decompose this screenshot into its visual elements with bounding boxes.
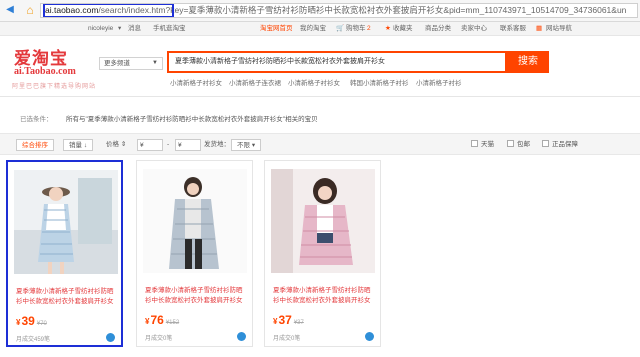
taobao-home-link[interactable]: 淘宝网首页 bbox=[260, 22, 293, 36]
freeship-filter-checkbox[interactable]: 包邮 bbox=[507, 139, 530, 151]
hot-keyword-link[interactable]: 小清新格子连衣裙 bbox=[229, 77, 281, 87]
site-navigation-link[interactable]: 网站导航 bbox=[546, 22, 572, 36]
cart-count-badge: 2 bbox=[367, 25, 371, 32]
checkbox-icon bbox=[542, 140, 549, 147]
star-icon: ★ bbox=[385, 25, 391, 32]
search-button[interactable]: 搜索 bbox=[507, 51, 549, 73]
more-channels-dropdown[interactable]: 更多频道 ▼ bbox=[99, 57, 163, 70]
product-price-value: 76 bbox=[150, 313, 164, 327]
product-photo-illustration bbox=[143, 169, 247, 273]
ship-from-select[interactable]: 不限 ▾ bbox=[231, 139, 262, 151]
product-monthly-sales: 月成交459笔 bbox=[16, 337, 51, 343]
product-price: ¥76 ¥152 bbox=[145, 313, 179, 327]
product-original-price: ¥152 bbox=[165, 320, 180, 326]
product-image[interactable] bbox=[271, 169, 375, 273]
browser-toolbar: ◀ ⌂ ai.taobao.com/search/index.htm?key=夏… bbox=[0, 0, 640, 22]
wangwang-chat-icon[interactable] bbox=[106, 333, 115, 342]
product-price-value: 37 bbox=[278, 313, 292, 327]
grid-icon: ▦ bbox=[536, 25, 543, 32]
contact-service-link[interactable]: 联系客服 bbox=[500, 22, 526, 36]
url-path: /search/index.htm?key=夏季薄款小清新格子雪纺衬衫防晒衫中长… bbox=[98, 5, 627, 15]
currency-symbol: ¥ bbox=[16, 318, 21, 327]
url-host-highlight-box bbox=[43, 4, 174, 17]
checkbox-icon bbox=[507, 140, 514, 147]
product-original-price: ¥70 bbox=[36, 321, 47, 327]
product-photo-illustration bbox=[271, 169, 375, 273]
product-title[interactable]: 夏季薄款小清新格子雪纺衬衫防晒衫中长款宽松衬衣外套披肩开衫女 bbox=[16, 287, 118, 307]
seller-center-link[interactable]: 卖家中心 bbox=[461, 22, 487, 36]
favorites-link[interactable]: 收藏夹 bbox=[393, 22, 413, 36]
top-navigation: nicoleyie ▾ 消息 手机逛淘宝 淘宝网首页 我的淘宝 🛒 购物车 2 … bbox=[0, 22, 640, 36]
sort-default-button[interactable]: 综合排序 bbox=[16, 139, 54, 151]
genuine-filter-checkbox[interactable]: 正品保障 bbox=[542, 139, 578, 151]
chevron-down-icon: ▼ bbox=[152, 60, 158, 66]
logo-slogan: 阿里巴巴旗下精选导购网站 bbox=[12, 84, 97, 90]
selected-conditions-label: 已选条件： bbox=[20, 116, 53, 123]
more-channels-label: 更多频道 bbox=[104, 60, 130, 67]
product-image[interactable] bbox=[143, 169, 247, 273]
chevron-down-icon: ▾ bbox=[118, 25, 122, 32]
ship-from-label: 发货地： bbox=[204, 141, 230, 148]
product-image[interactable] bbox=[14, 170, 118, 274]
currency-symbol: ¥ bbox=[145, 317, 150, 326]
product-original-price: ¥37 bbox=[293, 320, 304, 326]
header-divider bbox=[0, 96, 640, 97]
sort-sales-button[interactable]: 销量 ↓ bbox=[63, 139, 94, 151]
genuine-filter-label: 正品保障 bbox=[552, 141, 578, 148]
hot-keyword-link[interactable]: 小清新格子衬衫女 bbox=[170, 77, 222, 87]
product-price: ¥39 ¥70 bbox=[16, 314, 47, 328]
freeship-filter-label: 包邮 bbox=[517, 141, 530, 148]
product-card[interactable]: 夏季薄款小清新格子雪纺衬衫防晒衫中长款宽松衬衣外套披肩开衫女 ¥76 ¥152 月… bbox=[136, 160, 253, 347]
messages-link[interactable]: 消息 bbox=[128, 22, 141, 36]
hot-keyword-link[interactable]: 韩国小清新格子衬衫 bbox=[350, 77, 409, 87]
filter-bar: 综合排序 销量 ↓ 价格 ⇕ ¥ - ¥ 发货地： 不限 ▾ 天猫 包邮 正品保… bbox=[0, 133, 640, 155]
product-photo-illustration bbox=[14, 170, 118, 274]
product-categories-link[interactable]: 商品分类 bbox=[425, 22, 451, 36]
my-taobao-link[interactable]: 我的淘宝 bbox=[300, 22, 326, 36]
search-result-description: 所有与"夏季薄款小清新格子雪纺衬衫防晒衫中长款宽松衬衣外套披肩开衫女"相关的宝贝 bbox=[66, 116, 318, 123]
tmall-filter-checkbox[interactable]: 天猫 bbox=[471, 139, 494, 151]
product-title[interactable]: 夏季薄款小清新格子雪纺衬衫防晒衫中长款宽松衬衣外套披肩开衫女 bbox=[273, 286, 375, 306]
product-price: ¥37 ¥37 bbox=[273, 313, 304, 327]
currency-symbol: ¥ bbox=[273, 317, 278, 326]
arrow-down-icon: ↓ bbox=[83, 142, 88, 149]
checkbox-icon bbox=[471, 140, 478, 147]
home-icon[interactable]: ⌂ bbox=[22, 2, 38, 18]
cart-icon[interactable]: 🛒 bbox=[336, 22, 344, 36]
chevron-down-icon: ▾ bbox=[251, 142, 256, 149]
search-input[interactable]: 夏季薄款小清新格子雪纺衬衫防晒衫中长款宽松衬衣外套披肩开衫女 bbox=[167, 51, 507, 73]
mobile-taobao-link[interactable]: 手机逛淘宝 bbox=[153, 22, 186, 36]
wangwang-chat-icon[interactable] bbox=[365, 332, 374, 341]
product-price-value: 39 bbox=[21, 314, 35, 328]
wangwang-chat-icon[interactable] bbox=[237, 332, 246, 341]
user-name-link[interactable]: nicoleyie bbox=[88, 22, 113, 36]
price-min-input[interactable]: ¥ bbox=[137, 139, 163, 151]
cart-link[interactable]: 购物车 bbox=[346, 22, 366, 36]
price-max-input[interactable]: ¥ bbox=[175, 139, 201, 151]
product-card[interactable]: 夏季薄款小清新格子雪纺衬衫防晒衫中长款宽松衬衣外套披肩开衫女 ¥37 ¥37 月成… bbox=[264, 160, 381, 347]
product-monthly-sales: 月成交0笔 bbox=[145, 336, 173, 342]
product-card[interactable]: 夏季薄款小清新格子雪纺衬衫防晒衫中长款宽松衬衣外套披肩开衫女 ¥39 ¥70 月成… bbox=[6, 160, 123, 347]
sort-price-label: 价格 bbox=[106, 141, 119, 148]
hot-keyword-link[interactable]: 小清新格子衬衫女 bbox=[288, 77, 340, 87]
tmall-filter-label: 天猫 bbox=[481, 141, 494, 148]
product-title[interactable]: 夏季薄款小清新格子雪纺衬衫防晒衫中长款宽松衬衣外套披肩开衫女 bbox=[145, 286, 247, 306]
sort-price-button[interactable]: 价格 ⇕ bbox=[106, 139, 126, 151]
sort-sales-label: 销量 bbox=[69, 142, 82, 149]
sort-arrows-icon: ⇕ bbox=[120, 141, 127, 148]
address-bar[interactable]: ai.taobao.com/search/index.htm?key=夏季薄款小… bbox=[40, 3, 638, 18]
hot-keyword-link[interactable]: 小清新格子衬衫 bbox=[416, 77, 462, 87]
product-monthly-sales: 月成交0笔 bbox=[273, 336, 301, 342]
ship-from-value: 不限 bbox=[237, 142, 250, 149]
logo-domain-text: ai.Taobao.com bbox=[14, 66, 76, 77]
price-separator: - bbox=[167, 141, 170, 148]
back-arrow-icon[interactable]: ◀ bbox=[2, 2, 18, 18]
